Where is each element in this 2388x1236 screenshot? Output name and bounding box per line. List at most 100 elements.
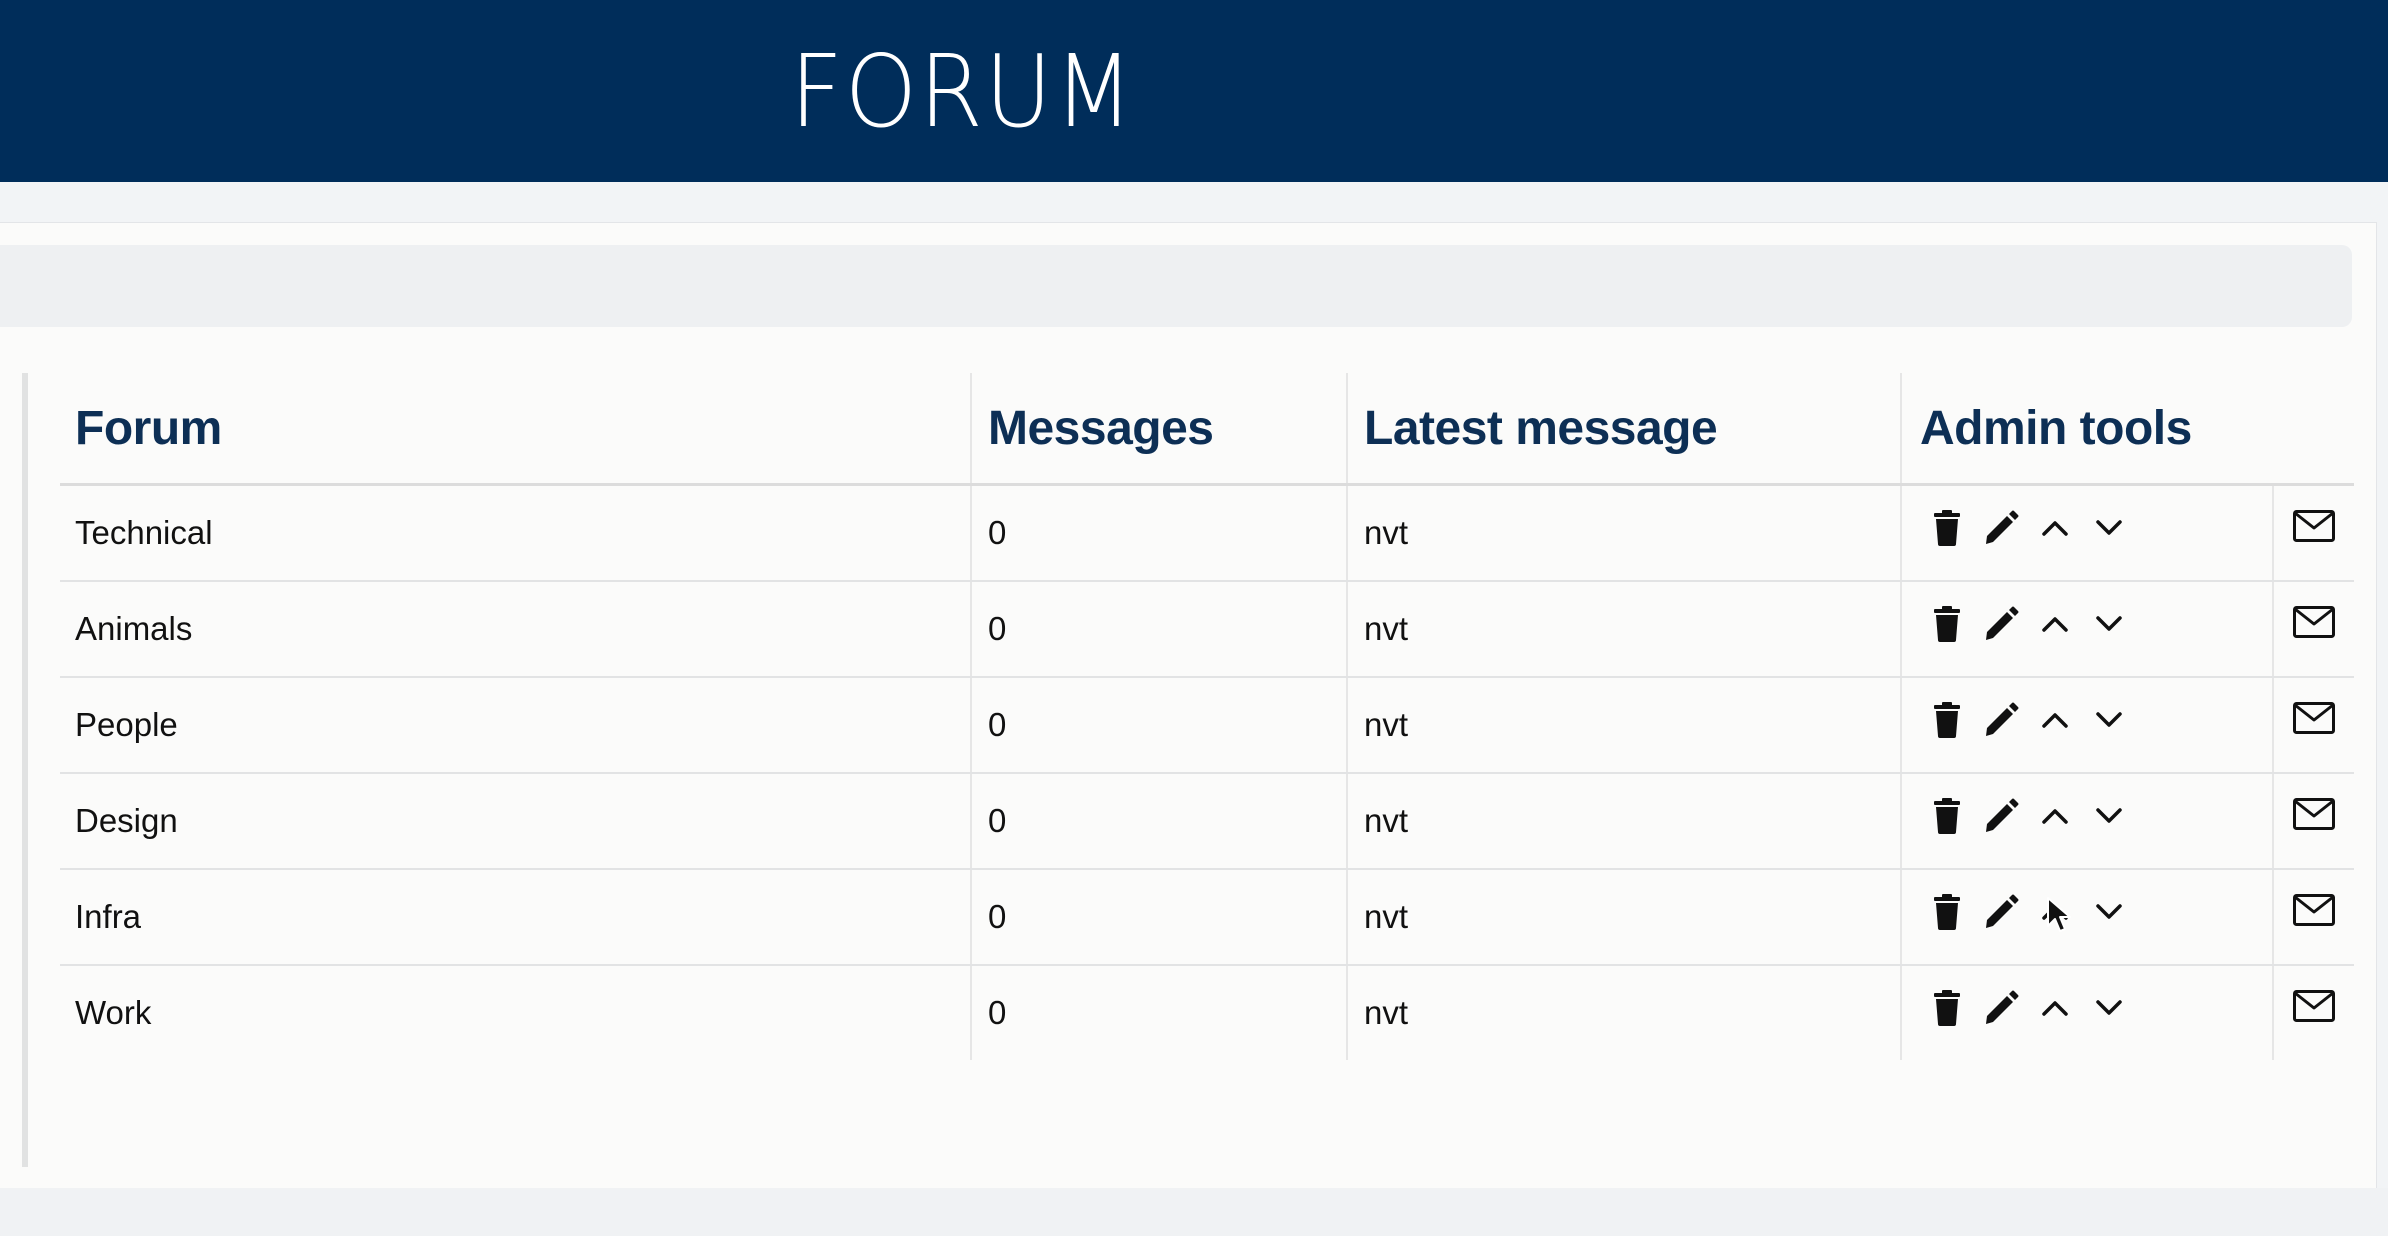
chevron-up-icon: [2042, 807, 2068, 825]
trash-icon: [1933, 510, 1961, 546]
table-row: People 0 nvt: [60, 678, 2354, 774]
chevron-down-icon: [2096, 519, 2122, 537]
mail-button[interactable]: [2290, 696, 2338, 744]
mail-button[interactable]: [2290, 792, 2338, 840]
mail-cell: [2272, 870, 2354, 964]
forum-name[interactable]: Animals: [60, 582, 970, 676]
mail-button[interactable]: [2290, 504, 2338, 552]
move-up-button[interactable]: [2028, 597, 2082, 651]
message-count: 0: [970, 870, 1346, 964]
forum-name[interactable]: Technical: [60, 486, 970, 580]
mail-icon: [2293, 797, 2335, 835]
chevron-up-icon: [2042, 999, 2068, 1017]
message-count: 0: [970, 486, 1346, 580]
move-up-button[interactable]: [2028, 789, 2082, 843]
move-down-button[interactable]: [2082, 597, 2136, 651]
column-header-admin-tools: Admin tools: [1900, 373, 2272, 483]
delete-button[interactable]: [1920, 693, 1974, 747]
trash-icon: [1933, 702, 1961, 738]
message-count: 0: [970, 966, 1346, 1060]
delete-button[interactable]: [1920, 597, 1974, 651]
app-header: FORUM: [0, 0, 2388, 182]
mail-icon: [2293, 989, 2335, 1027]
latest-message: nvt: [1346, 678, 1900, 772]
mail-icon: [2293, 605, 2335, 643]
message-count: 0: [970, 582, 1346, 676]
chevron-up-icon: [2042, 903, 2068, 921]
move-up-button[interactable]: [2028, 981, 2082, 1035]
toolbar-bar: [0, 245, 2352, 327]
admin-tools: [1900, 966, 2272, 1060]
edit-button[interactable]: [1974, 885, 2028, 939]
move-down-button[interactable]: [2082, 981, 2136, 1035]
content-panel: Forum Messages Latest message Admin tool…: [0, 222, 2377, 1189]
admin-tools: [1900, 870, 2272, 964]
chevron-down-icon: [2096, 615, 2122, 633]
edit-button[interactable]: [1974, 501, 2028, 555]
admin-tools: [1900, 678, 2272, 772]
edit-button[interactable]: [1974, 981, 2028, 1035]
mail-button[interactable]: [2290, 984, 2338, 1032]
edit-button[interactable]: [1974, 789, 2028, 843]
forum-name[interactable]: Design: [60, 774, 970, 868]
edit-button[interactable]: [1974, 597, 2028, 651]
mail-cell: [2272, 582, 2354, 676]
chevron-up-icon: [2042, 615, 2068, 633]
chevron-down-icon: [2096, 711, 2122, 729]
latest-message: nvt: [1346, 870, 1900, 964]
table-row: Technical 0 nvt: [60, 486, 2354, 582]
latest-message: nvt: [1346, 966, 1900, 1060]
admin-tools: [1900, 582, 2272, 676]
chevron-down-icon: [2096, 903, 2122, 921]
move-up-button[interactable]: [2028, 693, 2082, 747]
delete-button[interactable]: [1920, 789, 1974, 843]
pencil-icon: [1983, 606, 2019, 642]
table-header-row: Forum Messages Latest message Admin tool…: [60, 373, 2354, 486]
mail-cell: [2272, 678, 2354, 772]
trash-icon: [1933, 894, 1961, 930]
mail-cell: [2272, 486, 2354, 580]
trash-icon: [1933, 798, 1961, 834]
column-header-latest-message: Latest message: [1346, 373, 1900, 483]
forum-name[interactable]: Infra: [60, 870, 970, 964]
mail-icon: [2293, 893, 2335, 931]
table-row: Work 0 nvt: [60, 966, 2354, 1060]
chevron-up-icon: [2042, 519, 2068, 537]
column-header-messages: Messages: [970, 373, 1346, 483]
forum-name[interactable]: People: [60, 678, 970, 772]
pencil-icon: [1983, 702, 2019, 738]
message-count: 0: [970, 678, 1346, 772]
table-row: Infra 0 nvt: [60, 870, 2354, 966]
delete-button[interactable]: [1920, 885, 1974, 939]
forum-table: Forum Messages Latest message Admin tool…: [60, 373, 2354, 1060]
mail-button[interactable]: [2290, 600, 2338, 648]
mail-icon: [2293, 701, 2335, 739]
chevron-up-icon: [2042, 711, 2068, 729]
table-row: Animals 0 nvt: [60, 582, 2354, 678]
move-down-button[interactable]: [2082, 693, 2136, 747]
pencil-icon: [1983, 510, 2019, 546]
chevron-down-icon: [2096, 999, 2122, 1017]
move-down-button[interactable]: [2082, 885, 2136, 939]
pencil-icon: [1983, 990, 2019, 1026]
latest-message: nvt: [1346, 582, 1900, 676]
trash-icon: [1933, 606, 1961, 642]
table-row: Design 0 nvt: [60, 774, 2354, 870]
forum-name[interactable]: Work: [60, 966, 970, 1060]
mail-button[interactable]: [2290, 888, 2338, 936]
column-header-forum: Forum: [75, 401, 222, 455]
latest-message: nvt: [1346, 486, 1900, 580]
move-up-button[interactable]: [2028, 501, 2082, 555]
move-down-button[interactable]: [2082, 789, 2136, 843]
trash-icon: [1933, 990, 1961, 1026]
page-title: FORUM: [790, 33, 1136, 150]
delete-button[interactable]: [1920, 981, 1974, 1035]
page-footer-strip: [0, 1188, 2388, 1236]
move-down-button[interactable]: [2082, 501, 2136, 555]
move-up-button[interactable]: [2028, 885, 2082, 939]
edit-button[interactable]: [1974, 693, 2028, 747]
latest-message: nvt: [1346, 774, 1900, 868]
delete-button[interactable]: [1920, 501, 1974, 555]
mail-icon: [2293, 509, 2335, 547]
message-count: 0: [970, 774, 1346, 868]
